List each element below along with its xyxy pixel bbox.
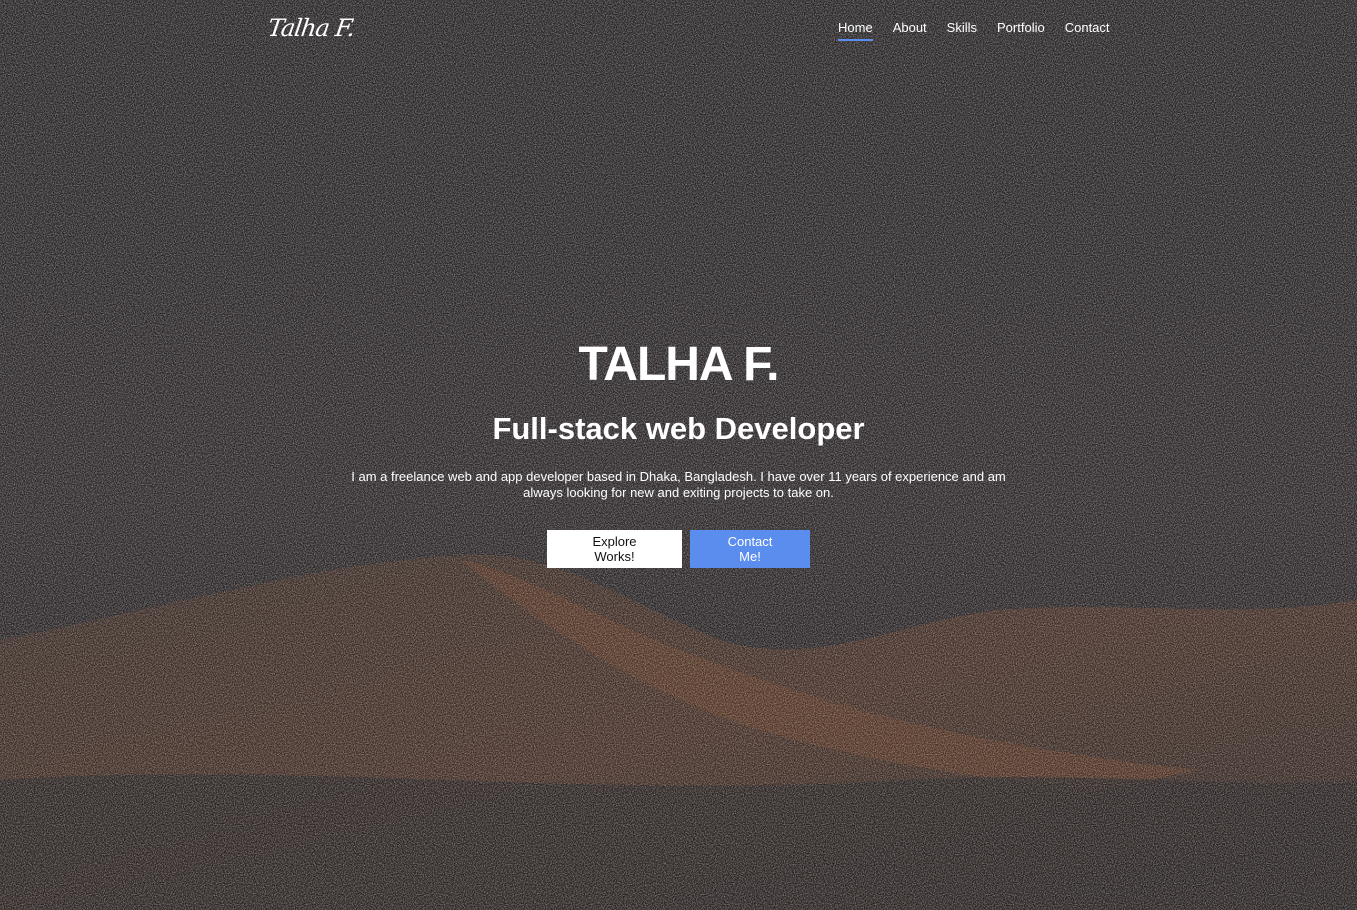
hero-description: I am a freelance web and app developer b… bbox=[351, 469, 1006, 500]
page: Talha F. Home About Skills Portfolio Con… bbox=[0, 0, 1357, 910]
nav-item-about[interactable]: About bbox=[893, 20, 927, 41]
explore-works-button[interactable]: Explore Works! bbox=[547, 530, 682, 568]
brand-logo[interactable]: Talha F. bbox=[266, 14, 356, 42]
hero-section: TALHA F. Full-stack web Developer I am a… bbox=[0, 335, 1357, 568]
nav-item-home[interactable]: Home bbox=[838, 20, 873, 41]
nav-item-contact[interactable]: Contact bbox=[1065, 20, 1110, 41]
hero-role: Full-stack web Developer bbox=[492, 411, 865, 446]
navbar: Talha F. Home About Skills Portfolio Con… bbox=[0, 0, 1357, 60]
hero-buttons: Explore Works! Contact Me! bbox=[0, 530, 1357, 568]
hero-name: TALHA F. bbox=[578, 338, 780, 391]
nav-item-skills[interactable]: Skills bbox=[947, 20, 977, 41]
main-nav: Home About Skills Portfolio Contact bbox=[838, 20, 1110, 41]
nav-item-portfolio[interactable]: Portfolio bbox=[997, 20, 1045, 41]
contact-me-button[interactable]: Contact Me! bbox=[690, 530, 810, 568]
